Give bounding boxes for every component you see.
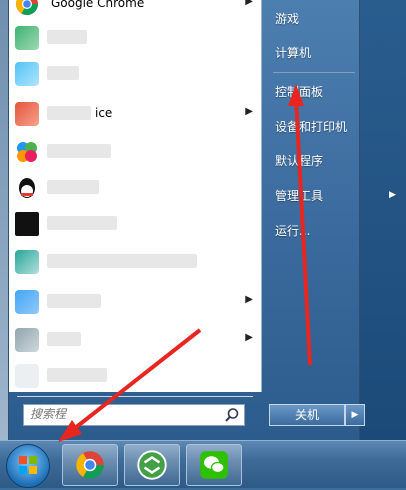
menu-item-games[interactable]: 游戏 — [267, 6, 357, 32]
submenu-arrow-icon: ▶ — [389, 190, 396, 200]
program-item[interactable]: ▶ — [9, 322, 261, 358]
start-menu: Google Chrome ▶ ice ▶ ▶ ▶ 搜索程 游戏 计算机 控制面… — [8, 0, 396, 441]
blurred-label — [47, 30, 87, 44]
search-icon[interactable] — [224, 407, 240, 423]
shutdown-options-button[interactable]: ▶ — [345, 404, 365, 426]
program-item[interactable] — [9, 358, 261, 394]
colorful-icon — [17, 142, 37, 162]
blurred-label — [47, 368, 107, 382]
windows-logo-icon — [19, 456, 37, 474]
chrome-icon — [16, 0, 38, 15]
app-green-icon — [137, 450, 167, 480]
chrome-icon — [76, 451, 104, 479]
search-box[interactable] — [23, 404, 245, 426]
submenu-arrow-icon: ▶ — [245, 106, 253, 117]
start-button[interactable] — [6, 444, 50, 488]
program-item-qq[interactable] — [9, 170, 261, 206]
blurred-label — [47, 254, 197, 268]
blurred-label — [47, 106, 91, 120]
taskbar — [0, 440, 406, 488]
program-list-pane: Google Chrome ▶ ice ▶ ▶ ▶ — [9, 0, 262, 397]
menu-item-control-panel[interactable]: 控制面板 — [267, 79, 357, 105]
program-item[interactable] — [9, 20, 261, 56]
program-item-chrome[interactable]: Google Chrome ▶ — [9, 0, 261, 22]
app-icon — [15, 364, 39, 388]
program-item[interactable]: ▶ — [9, 284, 261, 320]
menu-item-default-programs[interactable]: 默认程序 — [267, 148, 357, 174]
app-icon — [15, 26, 39, 50]
menu-item-devices-printers[interactable]: 设备和打印机 — [267, 114, 357, 140]
blurred-label — [47, 332, 81, 346]
shutdown-button[interactable]: 关机 — [269, 404, 345, 426]
menu-item-computer[interactable]: 计算机 — [267, 40, 357, 66]
submenu-arrow-icon: ▶ — [245, 0, 253, 7]
office-icon — [15, 102, 39, 126]
divider — [273, 72, 355, 73]
wechat-icon — [200, 451, 228, 479]
menu-item-admin-tools[interactable]: 管理工具 — [267, 183, 357, 209]
app-icon — [15, 328, 39, 352]
program-label: Google Chrome — [51, 0, 145, 10]
app-icon — [15, 62, 39, 86]
submenu-arrow-icon: ▶ — [245, 332, 253, 343]
program-item-office[interactable]: ice ▶ — [9, 96, 261, 132]
submenu-arrow-icon: ▶ — [245, 294, 253, 305]
blurred-label — [47, 294, 101, 308]
taskbar-chrome-button[interactable] — [62, 444, 118, 486]
blurred-label — [47, 144, 111, 158]
app-icon — [15, 250, 39, 274]
blurred-label — [47, 180, 99, 194]
taskbar-app-button[interactable] — [124, 444, 180, 486]
desktop-background-right — [356, 0, 406, 440]
divider — [17, 396, 253, 397]
taskbar-wechat-button[interactable] — [186, 444, 242, 486]
terminal-icon — [15, 212, 39, 236]
blurred-label — [47, 66, 79, 80]
search-input[interactable] — [24, 405, 216, 423]
program-item[interactable] — [9, 56, 261, 92]
menu-item-run[interactable]: 运行... — [267, 218, 357, 244]
program-item-terminal[interactable] — [9, 206, 261, 242]
blurred-label — [47, 216, 117, 230]
program-item[interactable] — [9, 244, 261, 280]
app-icon — [15, 290, 39, 314]
program-item[interactable] — [9, 134, 261, 170]
program-label: ice — [95, 106, 113, 120]
qq-icon — [19, 178, 35, 198]
